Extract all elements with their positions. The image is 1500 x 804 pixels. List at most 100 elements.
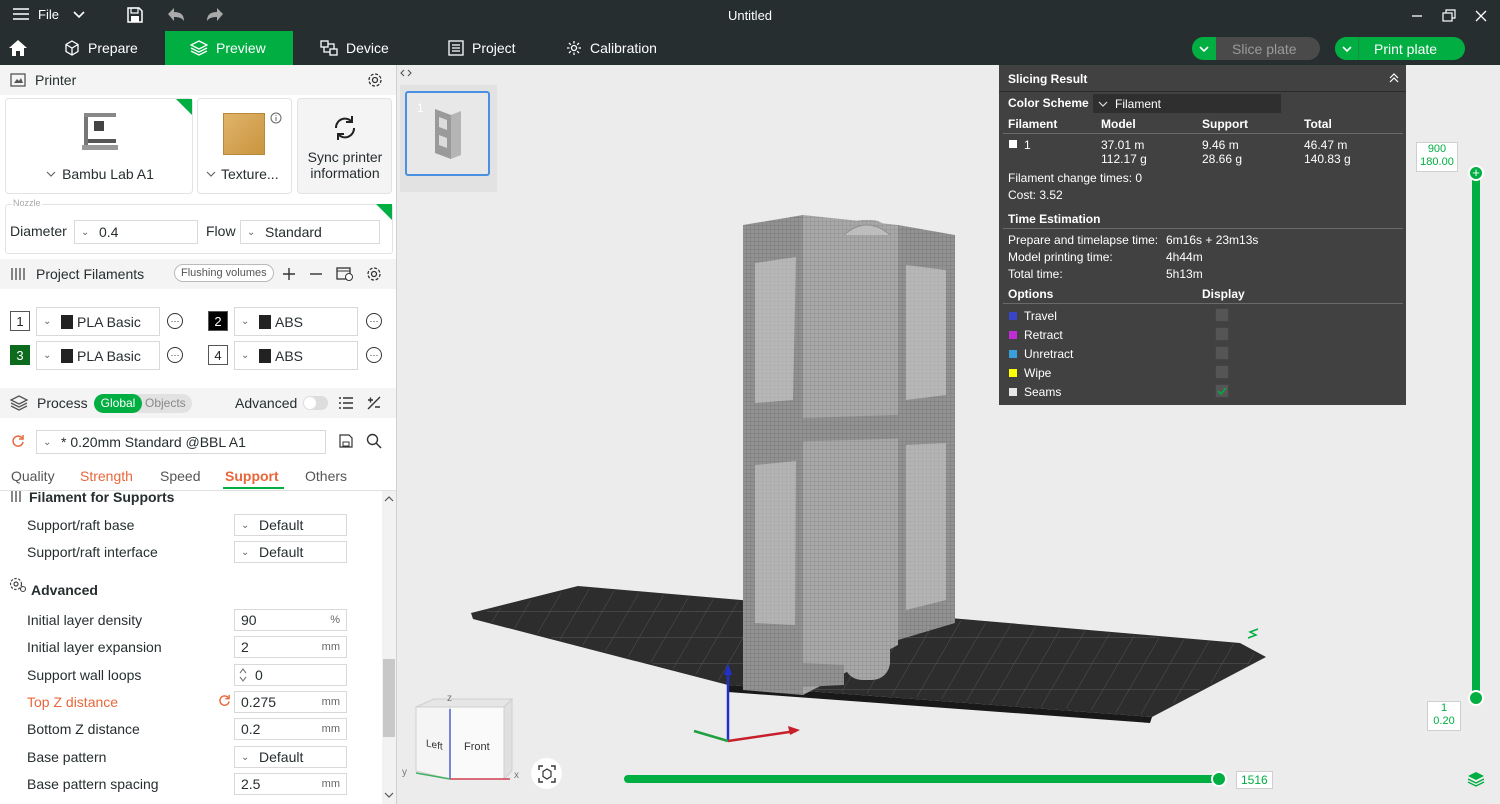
process-preset-select[interactable]: ⌄ * 0.20mm Standard @BBL A1 — [36, 430, 326, 454]
tab-prepare[interactable]: Prepare — [42, 31, 165, 65]
flushing-volumes-button[interactable]: Flushing volumes — [174, 264, 274, 282]
reset-view-button[interactable] — [531, 758, 562, 789]
tab-device[interactable]: Device — [298, 31, 422, 65]
model-length: 37.01 m — [1101, 138, 1145, 152]
filament-slot-4[interactable]: 4 — [208, 345, 228, 365]
tab-quality[interactable]: Quality — [11, 468, 55, 484]
move-slider[interactable] — [624, 771, 1227, 787]
tab-calibration[interactable]: Calibration — [544, 31, 684, 65]
param-value: 2.5 — [241, 776, 261, 792]
more-options-icon[interactable]: ··· — [366, 313, 382, 329]
filament-select-3[interactable]: ⌄ PLA Basic — [36, 341, 160, 370]
reset-icon[interactable] — [11, 434, 25, 448]
settings-scrollbar[interactable] — [382, 491, 396, 804]
move-slider-thumb[interactable] — [1211, 771, 1227, 787]
color-scheme-select[interactable]: Filament — [1093, 94, 1281, 113]
base-pattern-spacing-input[interactable]: 2.5 mm — [234, 773, 347, 795]
top-z-distance-input[interactable]: 0.275 mm — [234, 691, 347, 713]
filament-slot-2[interactable]: 2 — [208, 311, 228, 331]
save-preset-icon[interactable] — [339, 434, 353, 448]
printer-card[interactable]: Bambu Lab A1 — [5, 98, 193, 194]
search-icon[interactable] — [366, 433, 382, 449]
view-cube-front-label[interactable]: Front — [464, 741, 490, 753]
more-options-icon[interactable]: ··· — [366, 347, 382, 363]
undo-icon[interactable] — [166, 6, 186, 24]
layer-slider-bottom-thumb[interactable] — [1468, 690, 1484, 706]
col-header-model: Model — [1101, 117, 1136, 131]
tab-project[interactable]: Project — [426, 31, 546, 65]
filament-select-2[interactable]: ⌄ ABS — [234, 307, 358, 336]
info-icon[interactable] — [270, 112, 282, 124]
tab-strength[interactable]: Strength — [80, 468, 133, 484]
home-icon[interactable] — [7, 37, 29, 59]
more-options-icon[interactable]: ··· — [167, 347, 183, 363]
layer-slider-track[interactable] — [1472, 171, 1480, 701]
base-pattern-select[interactable]: ⌄ Default — [234, 746, 347, 768]
scroll-up-icon[interactable] — [384, 495, 394, 503]
option-label: Retract — [1024, 327, 1063, 342]
move-slider-value: 1516 — [1236, 771, 1273, 789]
raft-base-select[interactable]: ⌄ Default — [234, 514, 347, 536]
title-bar: File Untitled — [0, 0, 1500, 31]
option-display-checkbox[interactable] — [1215, 384, 1229, 398]
tab-support[interactable]: Support — [225, 468, 279, 484]
settings-scroll-area[interactable]: Filament for Supports Support/raft base … — [0, 491, 382, 804]
tab-preview[interactable]: Preview — [165, 31, 293, 65]
process-scope-toggle[interactable]: Global Objects — [94, 394, 192, 413]
diameter-select[interactable]: ⌄ 0.4 — [74, 220, 198, 244]
layers-toggle-icon[interactable] — [1467, 771, 1485, 787]
filament-sync-icon[interactable] — [336, 266, 354, 282]
compare-icon[interactable] — [366, 395, 382, 411]
slice-options-button[interactable] — [1192, 37, 1216, 60]
option-display-checkbox[interactable] — [1215, 346, 1229, 360]
time-value: 5h13m — [1166, 267, 1203, 281]
option-display-checkbox[interactable] — [1215, 308, 1229, 322]
filament-slot-1[interactable]: 1 — [10, 311, 30, 331]
minimize-icon[interactable] — [1408, 7, 1426, 25]
bambu-logo-icon — [259, 348, 271, 363]
layer-slider-top-thumb[interactable]: + — [1468, 165, 1484, 181]
plate-type-card[interactable]: Texture... — [197, 98, 292, 194]
advanced-switch[interactable] — [303, 396, 328, 410]
print-options-button[interactable] — [1335, 37, 1359, 60]
save-icon[interactable] — [126, 6, 144, 24]
file-menu[interactable]: File — [12, 6, 59, 22]
list-view-icon[interactable] — [338, 395, 354, 411]
support-wall-loops-stepper[interactable]: 0 — [234, 664, 347, 686]
print-plate-button[interactable]: Print plate — [1335, 37, 1465, 60]
reset-value-icon[interactable] — [218, 694, 231, 707]
objects-toggle[interactable]: Objects — [145, 394, 186, 413]
redo-icon[interactable] — [205, 6, 225, 24]
flow-select[interactable]: ⌄ Standard — [240, 220, 380, 244]
bottom-z-distance-input[interactable]: 0.2 mm — [234, 718, 347, 740]
slice-plate-button[interactable]: Slice plate — [1192, 37, 1320, 60]
filament-select-4[interactable]: ⌄ ABS — [234, 341, 358, 370]
scrollbar-thumb[interactable] — [383, 659, 395, 737]
view-cube[interactable]: Left Front z x y — [402, 693, 524, 785]
filament-select-1[interactable]: ⌄ PLA Basic — [36, 307, 160, 336]
add-filament-icon[interactable] — [281, 266, 297, 282]
tab-others[interactable]: Others — [305, 468, 347, 484]
global-toggle[interactable]: Global — [94, 394, 142, 413]
raft-interface-select[interactable]: ⌄ Default — [234, 541, 347, 563]
more-options-icon[interactable]: ··· — [167, 313, 183, 329]
scroll-down-icon[interactable] — [384, 791, 394, 799]
initial-layer-expansion-input[interactable]: 2 mm — [234, 636, 347, 658]
spin-arrows-icon[interactable] — [237, 666, 249, 684]
remove-filament-icon[interactable] — [308, 266, 324, 282]
collapse-panel-icon[interactable] — [1388, 72, 1400, 84]
initial-layer-density-input[interactable]: 90% — [234, 609, 347, 631]
tab-speed[interactable]: Speed — [160, 468, 200, 484]
sync-printer-button[interactable]: Sync printer information — [297, 98, 392, 194]
filament-name: ABS — [275, 313, 304, 330]
restore-icon[interactable] — [1440, 7, 1458, 25]
chevron-down-icon[interactable] — [72, 9, 86, 21]
option-display-checkbox[interactable] — [1215, 327, 1229, 341]
option-display-checkbox[interactable] — [1215, 365, 1229, 379]
printer-settings-icon[interactable] — [367, 72, 383, 88]
close-icon[interactable] — [1472, 7, 1490, 25]
time-estimation-title: Time Estimation — [1008, 212, 1101, 226]
filament-settings-icon[interactable] — [366, 266, 382, 282]
param-value: 2 — [241, 639, 249, 655]
filament-slot-3[interactable]: 3 — [10, 345, 30, 365]
